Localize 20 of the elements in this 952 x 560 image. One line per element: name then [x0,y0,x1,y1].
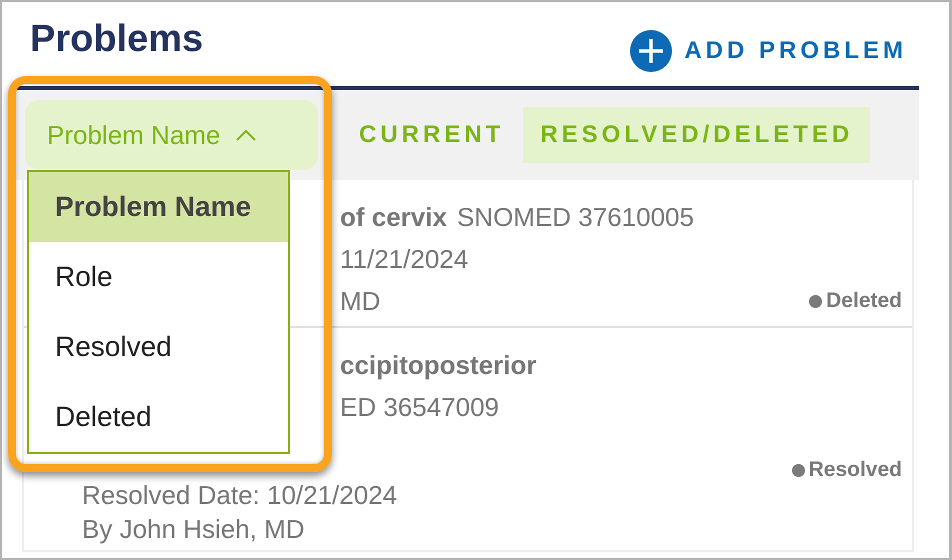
problem-detail: Resolved Date: 10/21/2024 [82,480,398,510]
problem-detail: ED 36547009 [340,392,500,422]
status-label: Resolved [808,458,902,482]
plus-icon [630,30,672,72]
problem-detail: By John Hsieh, MD [82,514,305,544]
sort-option[interactable]: Role [29,242,288,312]
page-title: Problems [30,18,204,62]
sort-option[interactable]: Deleted [29,382,288,452]
problem-name: ccipitoposterior [340,350,536,380]
status-label: Deleted [826,289,902,313]
add-problem-button[interactable]: ADD PROBLEM [630,30,907,72]
problem-name: of cervix [340,202,447,232]
sort-option[interactable]: Resolved [29,312,288,382]
problem-detail: 11/21/2024 [340,244,468,274]
problem-detail: MD [340,286,380,316]
status-dot-icon [792,464,805,476]
snomed-code: SNOMED 37610005 [456,202,694,232]
caret-icon [236,129,256,141]
status-dot-icon [809,294,822,308]
sort-option[interactable]: Problem Name [29,172,288,242]
